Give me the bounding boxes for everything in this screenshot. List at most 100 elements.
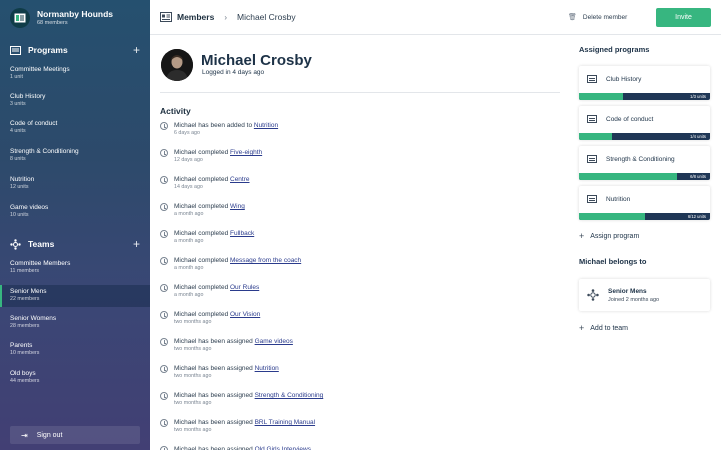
sidebar-item-sub: 44 members [10,378,40,384]
clock-icon [160,284,168,292]
trash-icon: 🗑 [568,14,577,21]
sidebar-program-item[interactable]: Code of conduct 4 units [0,117,150,139]
clock-icon [160,392,168,400]
sidebar: Normanby Hounds 68 members Programs + Co… [0,0,150,450]
activity-prefix: Michael has been assigned [174,338,255,345]
sidebar-program-item[interactable]: Strength & Conditioning 8 units [0,145,150,167]
sign-out-button[interactable]: ⇥ Sign out [10,426,140,444]
sidebar-team-item[interactable]: Parents 10 members [0,339,150,361]
activity-link[interactable]: Fullback [230,230,254,237]
sidebar-item-label: Strength & Conditioning [10,148,79,155]
activity-link[interactable]: Strength & Conditioning [255,392,324,399]
activity-link[interactable]: Our Vision [230,311,260,318]
progress-fill [579,173,678,180]
activity-item: Michael completed Our Vision two months a… [160,310,260,332]
plus-icon: + [579,323,585,333]
activity-link[interactable]: Five-eighth [230,149,262,156]
sidebar-team-item[interactable]: Senior Mens 22 members [0,285,150,307]
sidebar-item-sub: 10 members [10,350,40,356]
activity-time: two months ago [174,427,212,433]
breadcrumb-members-link[interactable]: Members [177,12,214,22]
clock-icon [160,338,168,346]
activity-text: Michael has been assigned BRL Training M… [174,418,315,427]
sidebar-item-sub: 11 members [10,268,40,274]
activity-text: Michael completed Our Vision [174,310,260,319]
programs-section-header: Programs + [10,44,140,56]
activity-link[interactable]: Game videos [255,338,293,345]
activity-link[interactable]: Centre [230,176,250,183]
activity-link[interactable]: Wing [230,203,245,210]
activity-link[interactable]: Old Girls Interviews [255,446,311,450]
sidebar-program-item[interactable]: Club History 3 units [0,90,150,112]
sidebar-item-sub: 8 units [10,156,26,162]
program-name: Code of conduct [606,115,654,123]
add-to-team-button[interactable]: + Add to team [579,323,628,333]
activity-item: Michael completed Our Rules a month ago [160,283,259,305]
belongs-title: Michael belongs to [579,257,647,266]
sidebar-program-item[interactable]: Committee Meetings 1 unit [0,63,150,85]
activity-time: two months ago [174,400,212,406]
sidebar-program-item[interactable]: Game videos 10 units [0,201,150,223]
progress-bar: 6/12 units [579,213,710,220]
activity-link[interactable]: Our Rules [230,284,259,291]
clock-icon [160,149,168,157]
activity-link[interactable]: Nutrition [254,122,278,129]
assigned-programs-title: Assigned programs [579,45,650,54]
progress-units: 6/8 units [690,174,706,179]
clock-icon [160,311,168,319]
org-member-count: 68 members [37,20,68,26]
clock-icon [160,257,168,265]
program-icon [587,115,597,123]
activity-text: Michael completed Five-eighth [174,148,262,157]
assigned-program-card[interactable]: Code of conduct 1/4 units [579,106,710,140]
activity-prefix: Michael completed [174,257,230,264]
assigned-program-card[interactable]: Nutrition 6/12 units [579,186,710,220]
sidebar-program-item[interactable]: Nutrition 12 units [0,173,150,195]
sidebar-item-label: Committee Meetings [10,66,70,73]
activity-item: Michael has been assigned Old Girls Inte… [160,445,311,450]
assigned-program-card[interactable]: Strength & Conditioning 6/8 units [579,146,710,180]
activity-text: Michael completed Centre [174,175,250,184]
breadcrumb-separator: › [224,12,227,22]
sidebar-team-item[interactable]: Old boys 44 members [0,367,150,389]
sidebar-team-item[interactable]: Senior Womens 28 members [0,312,150,334]
activity-item: Michael completed Fullback a month ago [160,229,254,251]
activity-link[interactable]: BRL Training Manual [255,419,315,426]
assigned-program-card[interactable]: Club History 1/3 units [579,66,710,100]
sidebar-team-item[interactable]: Committee Members 11 members [0,257,150,279]
sidebar-item-label: Senior Mens [10,288,47,295]
activity-prefix: Michael has been added to [174,122,254,129]
activity-text: Michael completed Message from the coach [174,256,301,265]
activity-text: Michael completed Fullback [174,229,254,238]
add-program-icon[interactable]: + [133,44,140,56]
activity-text: Michael has been assigned Nutrition [174,364,279,373]
activity-link[interactable]: Message from the coach [230,257,301,264]
activity-link[interactable]: Nutrition [255,365,279,372]
activity-time: a month ago [174,292,204,298]
add-team-icon[interactable]: + [133,238,140,250]
activity-prefix: Michael completed [174,203,230,210]
program-icon [587,195,597,203]
assign-program-button[interactable]: + Assign program [579,231,639,241]
delete-member-button[interactable]: 🗑 Delete member [568,13,628,22]
activity-prefix: Michael completed [174,284,230,291]
program-name: Strength & Conditioning [606,155,675,163]
activity-item: Michael completed Wing a month ago [160,202,245,224]
progress-units: 6/12 units [687,214,706,219]
activity-item: Michael completed Five-eighth 12 days ago [160,148,262,170]
activity-time: a month ago [174,238,204,244]
activity-text: Michael has been assigned Game videos [174,337,293,346]
activity-text: Michael has been added to Nutrition [174,121,278,130]
team-card[interactable]: Senior Mens Joined 2 months ago [579,279,710,311]
progress-units: 1/3 units [690,94,706,99]
activity-item: Michael completed Centre 14 days ago [160,175,250,197]
activity-prefix: Michael has been assigned [174,365,255,372]
invite-button[interactable]: Invite [656,8,711,27]
delete-member-label: Delete member [582,13,628,21]
activity-item: Michael has been added to Nutrition 6 day… [160,121,278,143]
activity-prefix: Michael completed [174,230,230,237]
team-icon [587,289,599,301]
sidebar-item-label: Parents [10,342,33,349]
activity-prefix: Michael has been assigned [174,419,255,426]
org-switcher[interactable]: Normanby Hounds 68 members [10,8,113,28]
